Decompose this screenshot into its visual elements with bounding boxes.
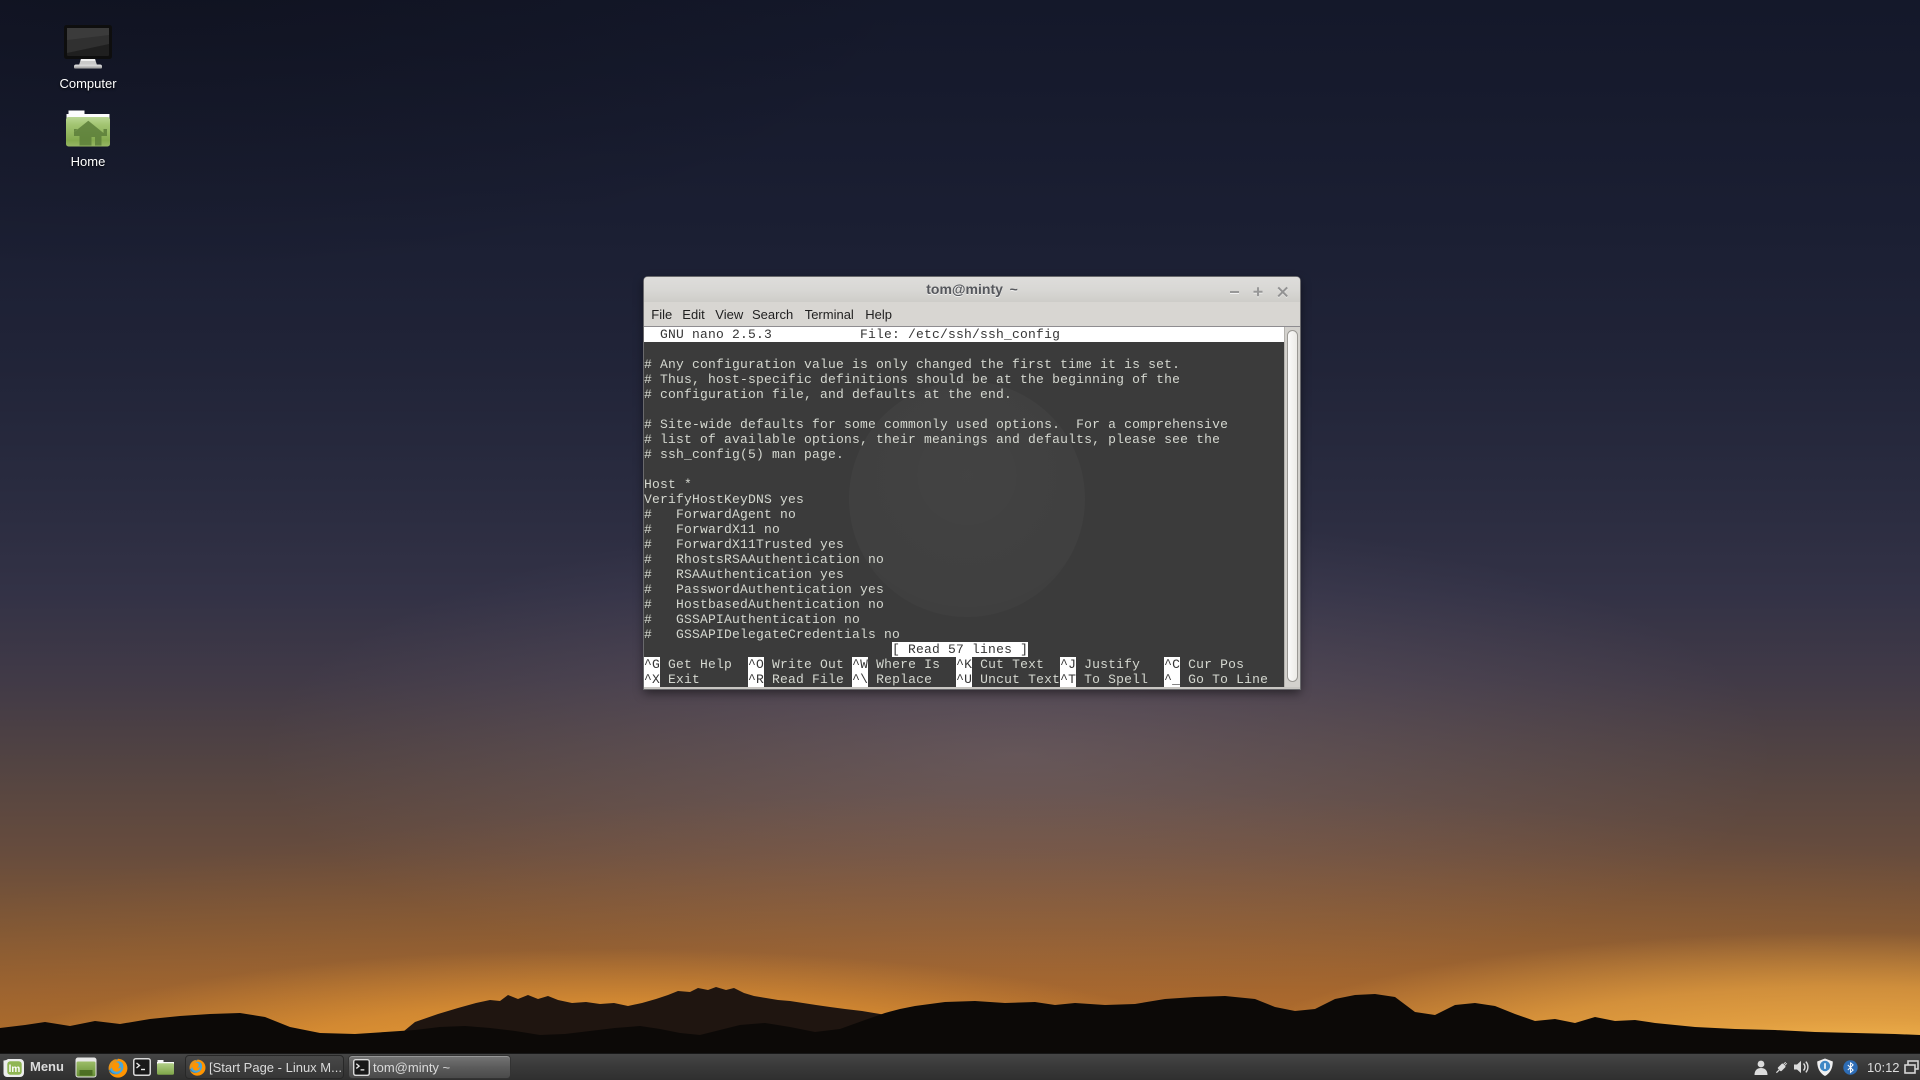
svg-text:lm: lm <box>9 1064 21 1075</box>
